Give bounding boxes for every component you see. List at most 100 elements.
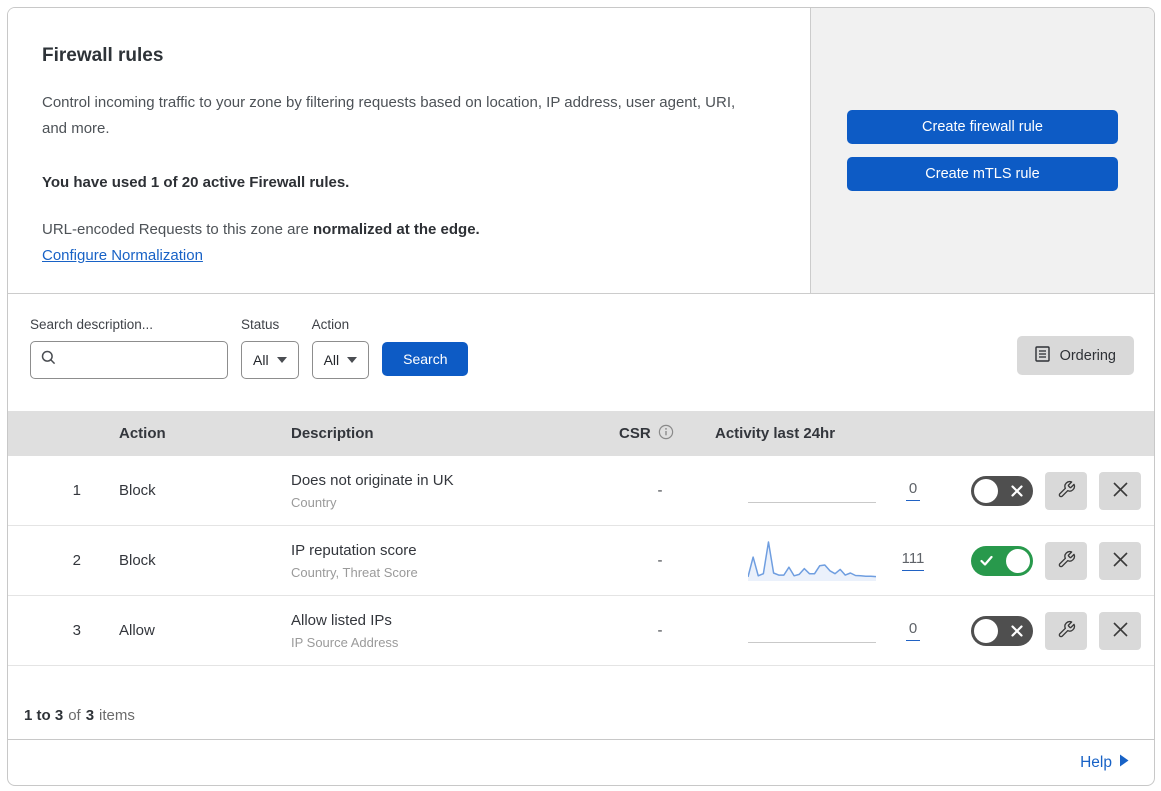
delete-rule-button[interactable] [1099, 471, 1141, 510]
create-firewall-rule-button[interactable]: Create firewall rule [847, 110, 1118, 144]
search-button[interactable]: Search [382, 342, 469, 376]
activity-sparkline [748, 609, 876, 653]
rule-description: Does not originate in UK [291, 471, 454, 489]
filter-bar: Search description... Status All Action [8, 294, 1154, 411]
help-link[interactable]: Help [1080, 754, 1129, 772]
rule-activity-cell: 0 [715, 469, 1154, 513]
column-csr: CSR [605, 424, 715, 444]
delete-rule-button[interactable] [1099, 611, 1141, 650]
table-row: 1 Block Does not originate in UK Country… [8, 456, 1154, 526]
table-row: 2 Block IP reputation score Country, Thr… [8, 526, 1154, 596]
rule-csr-value: - [657, 482, 663, 499]
action-filter-group: Action All [311, 317, 370, 379]
column-description: Description [291, 425, 374, 442]
action-dropdown[interactable]: All [311, 341, 370, 379]
rule-controls [971, 471, 1154, 510]
search-label: Search description... [30, 317, 154, 332]
delete-rule-button[interactable] [1099, 541, 1141, 580]
search-group: Search description... [30, 317, 228, 379]
toggle-knob [974, 618, 998, 643]
activity-count-link[interactable]: 0 [890, 620, 936, 641]
table-body: 1 Block Does not originate in UK Country… [8, 456, 1154, 666]
activity-count-link[interactable]: 111 [890, 550, 936, 571]
wrench-icon [1057, 550, 1076, 572]
edit-rule-button[interactable] [1045, 471, 1087, 510]
help-footer: Help [8, 739, 1154, 785]
status-dropdown-value: All [253, 352, 269, 368]
close-icon [1112, 621, 1129, 641]
rule-csr-value: - [657, 552, 663, 569]
rule-controls [971, 611, 1154, 650]
table-header: Action Description CSR Activity last 24h… [8, 411, 1154, 456]
normalization-prefix: URL-encoded Requests to this zone are [42, 220, 313, 238]
close-icon [1112, 481, 1129, 501]
page-description: Control incoming traffic to your zone by… [42, 94, 736, 138]
firewall-rules-page: Firewall rules Control incoming traffic … [0, 0, 1161, 791]
rule-description-cell: Allow listed IPs IP Source Address [275, 612, 605, 650]
items-total: 3 [85, 707, 95, 724]
configure-normalization-link[interactable]: Configure Normalization [42, 247, 203, 264]
rule-activity-cell: 111 [715, 539, 1154, 583]
rule-expression-fields: Country [291, 494, 337, 510]
rule-priority: 1 [72, 482, 81, 499]
action-label: Action [311, 317, 350, 332]
rule-description: Allow listed IPs [291, 611, 392, 629]
pagination-summary: 1 to 3 of 3 items [8, 666, 1154, 739]
ordering-button-label: Ordering [1059, 347, 1116, 364]
action-panel: Create firewall rule Create mTLS rule [810, 8, 1154, 293]
edit-rule-button[interactable] [1045, 611, 1087, 650]
table-row: 3 Allow Allow listed IPs IP Source Addre… [8, 596, 1154, 666]
rule-action: Block [119, 482, 156, 499]
page-title: Firewall rules [42, 45, 164, 66]
wrench-icon [1057, 480, 1076, 502]
search-icon [41, 350, 56, 370]
normalization-bold: normalized at the edge. [313, 220, 480, 238]
info-icon[interactable] [658, 424, 674, 444]
column-activity: Activity last 24hr [715, 425, 836, 442]
chevron-down-icon [276, 357, 287, 363]
toggle-knob [1006, 548, 1030, 573]
search-input[interactable] [63, 352, 217, 368]
normalization-note: URL-encoded Requests to this zone are no… [42, 221, 770, 238]
items-word: items [99, 707, 135, 724]
action-dropdown-value: All [323, 352, 340, 368]
status-filter-group: Status All [241, 317, 299, 379]
toggle-knob [974, 478, 998, 503]
rule-activity-cell: 0 [715, 609, 1154, 653]
activity-sparkline [748, 539, 876, 583]
search-input-wrapper [30, 341, 228, 379]
rule-csr-value: - [657, 622, 663, 639]
rule-priority: 3 [72, 622, 81, 639]
rule-controls [971, 541, 1154, 580]
ordering-button[interactable]: Ordering [1016, 336, 1134, 375]
rule-expression-fields: Country, Threat Score [291, 564, 418, 580]
edit-rule-button[interactable] [1045, 541, 1087, 580]
help-link-label: Help [1080, 753, 1112, 771]
column-action: Action [119, 425, 166, 442]
rule-enabled-toggle[interactable] [971, 615, 1033, 646]
rule-action: Block [119, 552, 156, 569]
chevron-down-icon [347, 357, 358, 363]
rule-description-cell: Does not originate in UK Country [275, 472, 605, 510]
arrow-right-icon [1119, 754, 1129, 772]
activity-sparkline [748, 469, 876, 513]
status-label: Status [241, 317, 280, 332]
rule-priority: 2 [72, 552, 81, 569]
create-mtls-rule-button[interactable]: Create mTLS rule [847, 157, 1118, 191]
rule-description-cell: IP reputation score Country, Threat Scor… [275, 542, 605, 580]
header-text-panel: Firewall rules Control incoming traffic … [8, 8, 810, 293]
items-of: of [68, 707, 81, 724]
rule-enabled-toggle[interactable] [971, 475, 1033, 506]
header-section: Firewall rules Control incoming traffic … [8, 8, 1154, 294]
activity-count-link[interactable]: 0 [890, 480, 936, 501]
rule-description: IP reputation score [291, 541, 417, 559]
column-csr-label: CSR [619, 425, 651, 442]
items-range: 1 to 3 [24, 707, 64, 724]
rule-expression-fields: IP Source Address [291, 634, 399, 650]
firewall-rules-card: Firewall rules Control incoming traffic … [7, 7, 1155, 786]
wrench-icon [1057, 620, 1076, 642]
close-icon [1112, 551, 1129, 571]
status-dropdown[interactable]: All [241, 341, 299, 379]
rule-enabled-toggle[interactable] [971, 545, 1033, 576]
rule-action: Allow [119, 622, 155, 639]
